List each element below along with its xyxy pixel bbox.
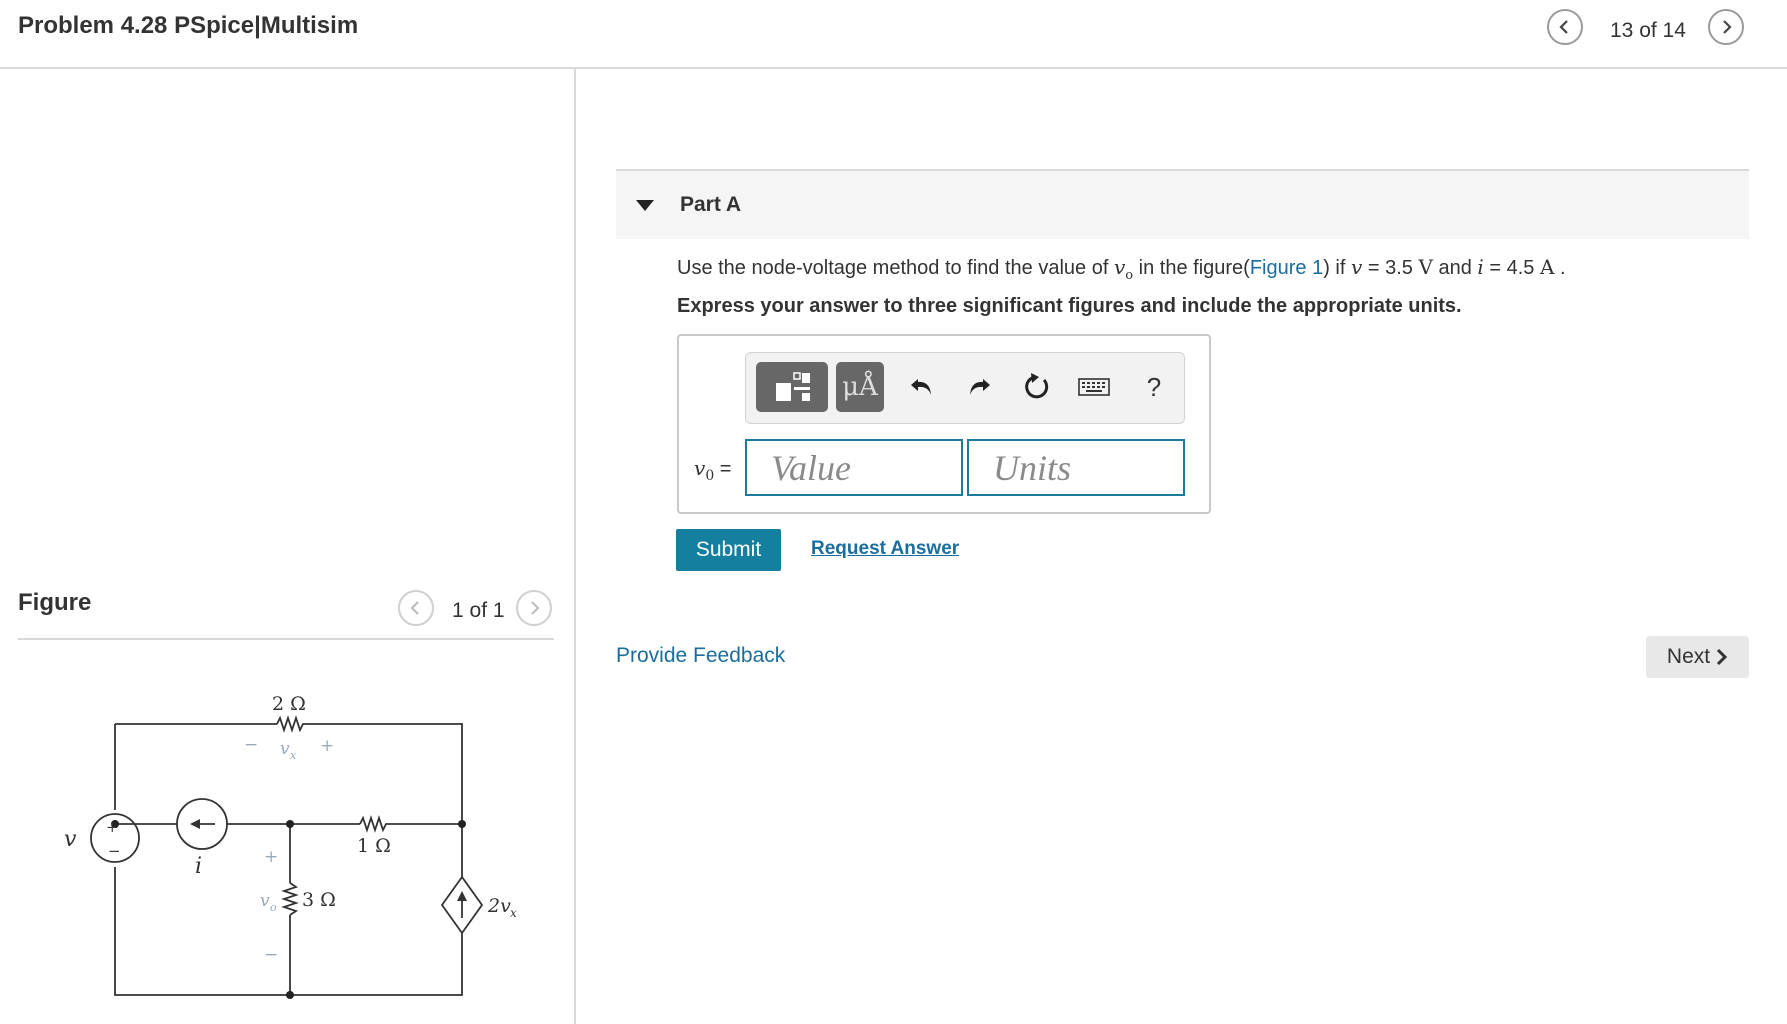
help-icon[interactable]: ? bbox=[1137, 370, 1171, 404]
instruction-text: Express your answer to three significant… bbox=[677, 295, 1462, 317]
label-1ohm: 1 Ω bbox=[357, 835, 391, 857]
next-button-label: Next bbox=[1666, 645, 1711, 668]
label-vo-plus: + bbox=[264, 847, 278, 867]
part-a-title: Part A bbox=[680, 193, 742, 216]
circuit-diagram: 2 Ω 1 Ω 3 Ω − v x + + v o − + − v i 2v x bbox=[64, 693, 517, 999]
chevron-left-icon bbox=[410, 601, 419, 615]
question-mid1: in the figure( bbox=[1133, 257, 1250, 279]
figure-link[interactable]: Figure 1 bbox=[1250, 257, 1323, 279]
reset-icon[interactable] bbox=[1020, 370, 1054, 404]
node bbox=[286, 991, 294, 999]
chevron-left-icon bbox=[1559, 20, 1568, 34]
var-v: v bbox=[1350, 255, 1363, 279]
resistor-3ohm bbox=[281, 882, 299, 916]
label-vx-minus: − bbox=[244, 735, 258, 755]
chevron-right-icon bbox=[531, 601, 540, 615]
label-dep-sub: x bbox=[510, 906, 517, 920]
label-vx-sub: x bbox=[290, 749, 297, 762]
question-text: Use the node-voltage method to find the … bbox=[677, 255, 1566, 283]
units-button[interactable]: μÅ bbox=[836, 362, 884, 412]
unit-volt: V bbox=[1418, 255, 1433, 279]
resistor-1ohm bbox=[359, 815, 462, 833]
var-vo: v bbox=[1113, 255, 1126, 279]
page-title: Problem 4.28 PSpice|Multisim bbox=[18, 12, 359, 39]
answer-label-var: v bbox=[694, 456, 706, 480]
chevron-right-icon bbox=[1723, 20, 1732, 34]
header-divider bbox=[0, 67, 1787, 69]
answer-label: v0 = bbox=[694, 456, 731, 484]
current-arrow-head bbox=[190, 819, 200, 829]
part-a-header[interactable] bbox=[616, 169, 1749, 239]
next-problem-button[interactable] bbox=[1708, 9, 1744, 45]
question-pre: Use the node-voltage method to find the … bbox=[677, 257, 1114, 279]
label-dep-source: 2v bbox=[487, 895, 511, 917]
question-end: . bbox=[1554, 257, 1566, 279]
label-vo-minus: − bbox=[264, 945, 278, 965]
submit-button[interactable]: Submit bbox=[676, 529, 781, 571]
label-vo: v bbox=[260, 891, 270, 911]
label-i-source: i bbox=[195, 854, 202, 879]
redo-icon[interactable] bbox=[962, 370, 996, 404]
figure-divider bbox=[18, 638, 554, 640]
label-vx-plus: + bbox=[320, 736, 334, 756]
figure-counter: 1 of 1 bbox=[452, 599, 505, 622]
label-2ohm: 2 Ω bbox=[272, 693, 306, 715]
value-input[interactable] bbox=[745, 439, 963, 496]
unit-amp: A bbox=[1539, 255, 1555, 279]
node bbox=[286, 820, 294, 828]
prev-problem-button[interactable] bbox=[1547, 9, 1583, 45]
answer-label-sub: 0 bbox=[705, 468, 715, 484]
answer-label-eq: = bbox=[714, 458, 732, 480]
label-vo-sub: o bbox=[270, 901, 277, 914]
problem-counter: 13 of 14 bbox=[1610, 19, 1686, 42]
units-input[interactable] bbox=[967, 439, 1185, 496]
figure-heading: Figure bbox=[18, 589, 92, 616]
question-eq1: = 3.5 bbox=[1362, 257, 1419, 279]
label-vsrc-minus: − bbox=[108, 842, 121, 860]
resistor-2ohm bbox=[276, 715, 305, 733]
templates-button[interactable] bbox=[756, 362, 828, 412]
templates-icon bbox=[776, 372, 810, 401]
dep-arrow-head bbox=[457, 891, 467, 901]
question-eq2: = 4.5 bbox=[1483, 257, 1540, 279]
undo-icon[interactable] bbox=[905, 370, 939, 404]
wire-bottom bbox=[114, 867, 463, 996]
chevron-right-icon bbox=[1717, 648, 1728, 666]
next-figure-button[interactable] bbox=[516, 590, 552, 626]
keyboard-icon[interactable] bbox=[1076, 370, 1112, 404]
provide-feedback-link[interactable]: Provide Feedback bbox=[616, 644, 785, 668]
request-answer-link[interactable]: Request Answer bbox=[811, 538, 959, 560]
question-and: and bbox=[1432, 257, 1478, 279]
node bbox=[458, 820, 466, 828]
var-vo-sub: o bbox=[1125, 268, 1134, 283]
label-3ohm: 3 Ω bbox=[302, 889, 336, 911]
question-mid2: ) if bbox=[1323, 257, 1351, 279]
prev-figure-button[interactable] bbox=[398, 590, 434, 626]
label-vx: v bbox=[280, 739, 290, 759]
next-button[interactable]: Next bbox=[1646, 636, 1749, 678]
label-vsrc-plus: + bbox=[106, 818, 119, 836]
pane-divider[interactable] bbox=[574, 69, 576, 1024]
collapse-triangle-icon[interactable] bbox=[636, 200, 654, 212]
label-v-source: v bbox=[64, 827, 77, 852]
